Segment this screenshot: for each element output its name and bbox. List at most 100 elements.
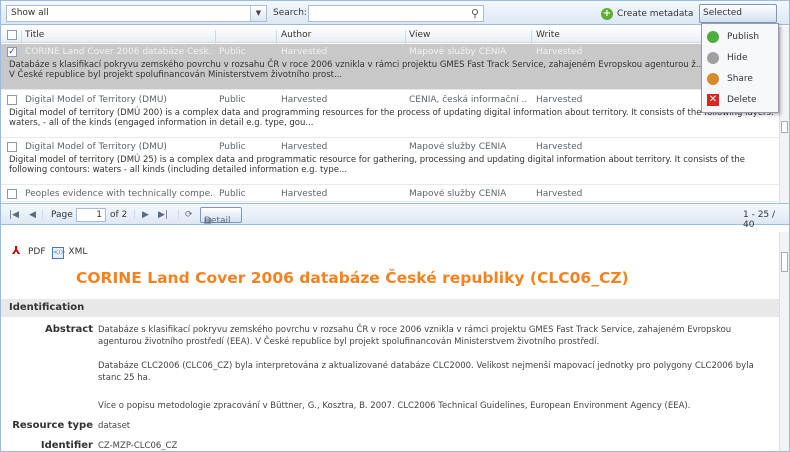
select-all-checkbox[interactable] [7, 30, 17, 40]
publish-icon [707, 31, 719, 43]
row-view: Mapové služby CENIA [409, 47, 507, 57]
row-view: Mapové služby CENIA [409, 189, 507, 199]
abstract-paragraph: Databáze s klasifikací pokryvu zemského … [98, 325, 732, 347]
toolbar-separator: | [133, 210, 137, 220]
page-count: of 2 [110, 210, 128, 220]
row-access: Public [219, 47, 246, 57]
column-header-author[interactable]: Author [281, 30, 311, 40]
abstract-label: Abstract [44, 324, 93, 335]
create-metadata-label: Create metadata [617, 9, 694, 19]
row-author: Harvested [281, 189, 328, 199]
grid-scrollbar-thumb[interactable] [781, 121, 788, 133]
row-description: Databáze s klasifikací pokryvu zemského … [9, 60, 774, 80]
row-description: Digital model of territory (DMÚ 200) is … [9, 108, 774, 128]
row-cells: Peoples evidence with technically compe.… [1, 186, 779, 201]
chevron-down-icon[interactable]: ▼ [250, 6, 266, 21]
row-description: Digital model of territory (DMÚ 25) is a… [9, 155, 745, 175]
pdf-link[interactable]: PDF [28, 247, 46, 257]
search-label: Search: [273, 8, 307, 18]
detail-toggle-button[interactable]: ▤ Detail [200, 207, 242, 226]
add-icon: + [601, 7, 613, 20]
table-row[interactable]: Digital Model of Territory (DMÚ) Public … [1, 92, 779, 138]
row-view: CENIA, česká informační ... [409, 95, 527, 105]
selected-records-menu: Publish Hide Share ✕ Delete [701, 23, 779, 113]
page-number-input[interactable]: 1 [76, 208, 106, 222]
top-toolbar: Show all ▼ Search: ⚲ + Create metadata Se… [1, 1, 789, 35]
first-page-icon[interactable]: |◀ [9, 210, 19, 220]
xml-icon[interactable]: </> [52, 247, 66, 259]
search-input[interactable]: ⚲ [308, 5, 484, 22]
row-title: Digital Model of Territory (DMÚ) [25, 142, 167, 152]
last-page-icon[interactable]: ▶| [158, 210, 168, 220]
detail-label: Detail [204, 216, 231, 226]
toolbar-separator: | [41, 210, 45, 220]
page-label: Page [51, 210, 73, 220]
row-checkbox[interactable]: ✓ [7, 47, 17, 57]
menu-item-share[interactable]: Share [702, 69, 778, 89]
row-checkbox[interactable] [7, 189, 17, 199]
records-grid: ✓ CORINE Land Cover 2006 databáze Česk..… [1, 44, 779, 202]
row-view: Mapové služby CENIA [409, 142, 507, 152]
filter-select[interactable]: Show all ▼ [6, 5, 267, 22]
row-title: Digital Model of Territory (DMÚ) [25, 95, 167, 105]
abstract-paragraph: Více o popisu metodologie zpracování v B… [98, 401, 691, 411]
menu-item-label: Delete [727, 95, 757, 105]
selected-records-button[interactable]: Selected records ▼ [699, 4, 777, 35]
next-page-icon[interactable]: ▶ [142, 210, 149, 220]
detail-scrollbar[interactable] [779, 232, 789, 451]
refresh-icon[interactable]: ⟳ [185, 210, 193, 220]
column-header-title[interactable]: Title [25, 30, 44, 40]
toolbar-separator: | [177, 210, 181, 220]
app-window: Show all ▼ Search: ⚲ + Create metadata Se… [0, 0, 790, 452]
resource-type-label: Resource type [12, 420, 93, 431]
table-row[interactable]: Peoples evidence with technically compe.… [1, 186, 779, 202]
record-range: 1 - 25 / 40 [743, 210, 776, 230]
abstract-paragraph: Databáze CLC2006 (CLC06_CZ) byla interpr… [98, 361, 754, 383]
export-links: ⅄ PDF </> XML [12, 244, 91, 259]
hide-icon [707, 52, 719, 64]
row-access: Public [219, 189, 246, 199]
row-checkbox[interactable] [7, 142, 17, 152]
table-row[interactable]: Digital Model of Territory (DMÚ) Public … [1, 139, 779, 185]
detail-panel: ⅄ PDF </> XML CORINE Land Cover 2006 datab… [1, 232, 779, 451]
menu-item-label: Share [727, 74, 753, 84]
row-author: Harvested [281, 95, 328, 105]
delete-icon: ✕ [707, 94, 719, 106]
row-cells: Digital Model of Territory (DMÚ) Public … [1, 92, 779, 107]
column-header-view[interactable]: View [409, 30, 430, 40]
row-title: Peoples evidence with technically compe.… [25, 189, 213, 199]
identifier-value: CZ-MZP-CLC06_CZ [98, 441, 178, 451]
record-title: CORINE Land Cover 2006 databáze České re… [76, 269, 629, 287]
create-metadata-button[interactable]: + Create metadata [601, 7, 693, 21]
row-author: Harvested [281, 47, 328, 57]
menu-item-delete[interactable]: ✕ Delete [702, 90, 778, 110]
row-title: CORINE Land Cover 2006 databáze Česk... [25, 47, 213, 57]
row-cells: ✓ CORINE Land Cover 2006 databáze Česk..… [1, 44, 779, 59]
xml-link[interactable]: XML [68, 247, 87, 257]
row-access: Public [219, 95, 246, 105]
row-write: Harvested [536, 142, 583, 152]
table-row[interactable]: ✓ CORINE Land Cover 2006 databáze Česk..… [1, 44, 779, 90]
grid-scrollbar[interactable] [779, 27, 789, 203]
filter-select-value: Show all [11, 8, 49, 18]
menu-item-hide[interactable]: Hide [702, 48, 778, 68]
identification-section-header: Identification [1, 299, 779, 317]
resource-type-value: dataset [98, 421, 131, 431]
row-write: Harvested [536, 47, 583, 57]
menu-item-publish[interactable]: Publish [702, 27, 778, 47]
pdf-icon[interactable]: ⅄ [12, 244, 24, 257]
grid-header: Title Author View Write [1, 27, 779, 46]
section-title: Identification [9, 302, 85, 313]
share-icon [707, 73, 719, 85]
row-checkbox[interactable] [7, 95, 17, 105]
identifier-label: Identifier [40, 440, 93, 451]
column-header-write[interactable]: Write [536, 30, 560, 40]
previous-page-icon[interactable]: ◀ [29, 210, 36, 220]
row-author: Harvested [281, 142, 328, 152]
row-write: Harvested [536, 189, 583, 199]
row-write: Harvested [536, 95, 583, 105]
detail-scrollbar-thumb[interactable] [781, 252, 788, 272]
row-access: Public [219, 142, 246, 152]
menu-item-label: Publish [727, 32, 760, 42]
search-icon[interactable]: ⚲ [471, 7, 479, 20]
